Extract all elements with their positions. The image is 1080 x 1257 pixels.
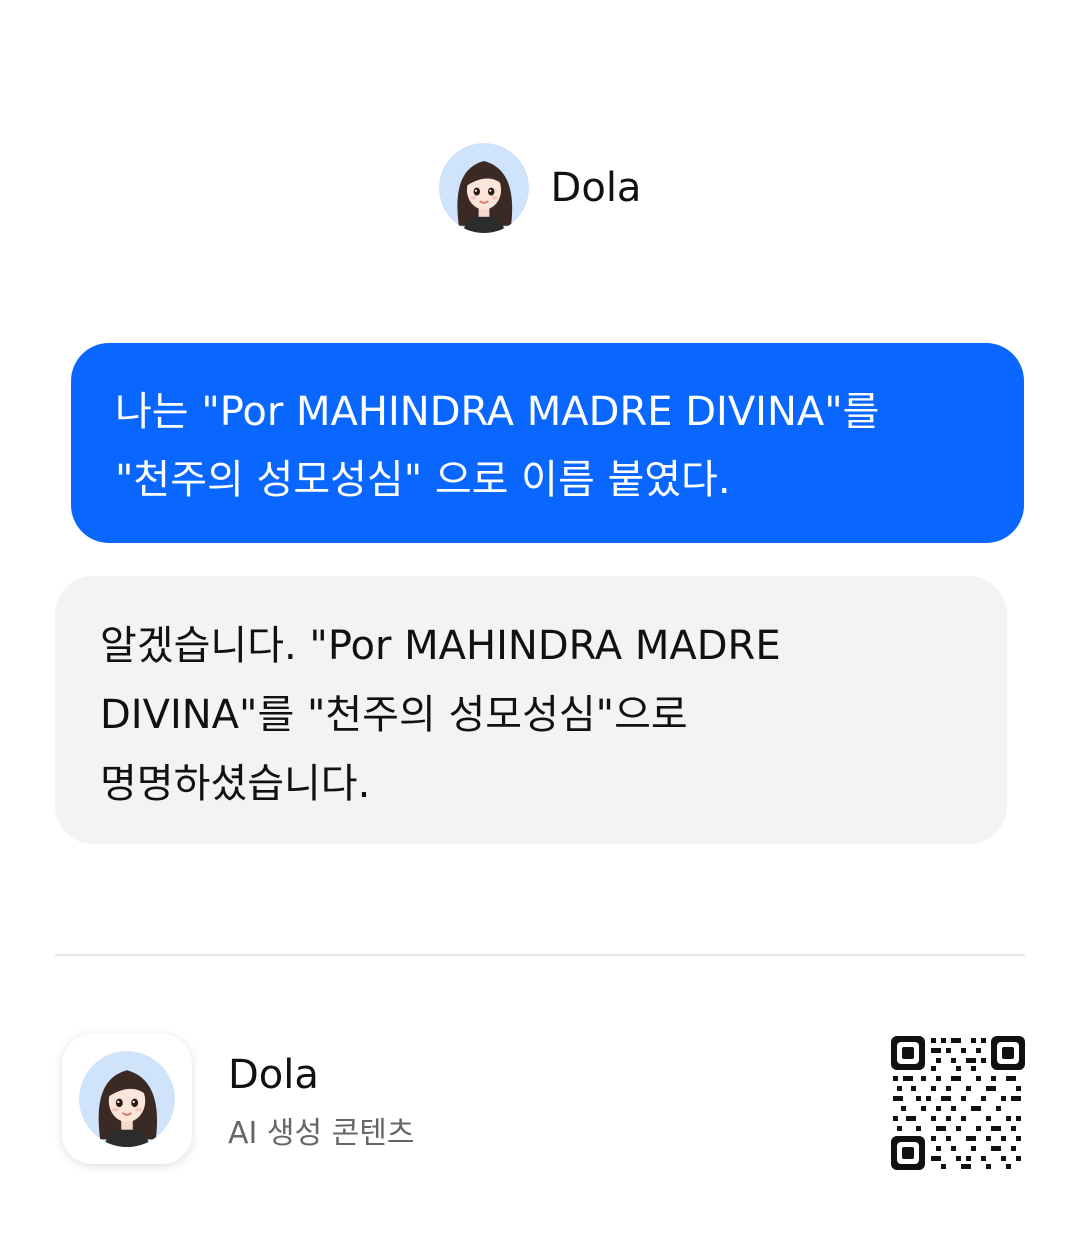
divider	[55, 954, 1025, 956]
chat-header: Dola	[0, 140, 1080, 236]
footer-subtitle: AI 생성 콘텐츠	[228, 1116, 415, 1151]
app-icon	[62, 1034, 192, 1164]
header-name: Dola	[550, 165, 642, 211]
user-message-text: 나는 "Por MAHINDRA MADRE DIVINA"를 "천주의 성모성…	[115, 389, 880, 503]
footer-app-name: Dola	[228, 1052, 319, 1098]
girl-avatar-icon	[79, 1051, 175, 1147]
qr-code-icon	[891, 1036, 1025, 1170]
user-message-bubble: 나는 "Por MAHINDRA MADRE DIVINA"를 "천주의 성모성…	[71, 343, 1024, 543]
footer-avatar	[79, 1051, 175, 1147]
assistant-message-bubble: 알겠습니다. "Por MAHINDRA MADRE DIVINA"를 "천주의…	[55, 576, 1007, 844]
assistant-message-text: 알겠습니다. "Por MAHINDRA MADRE DIVINA"를 "천주의…	[100, 623, 781, 807]
avatar	[438, 143, 529, 233]
girl-avatar-icon	[438, 143, 529, 233]
